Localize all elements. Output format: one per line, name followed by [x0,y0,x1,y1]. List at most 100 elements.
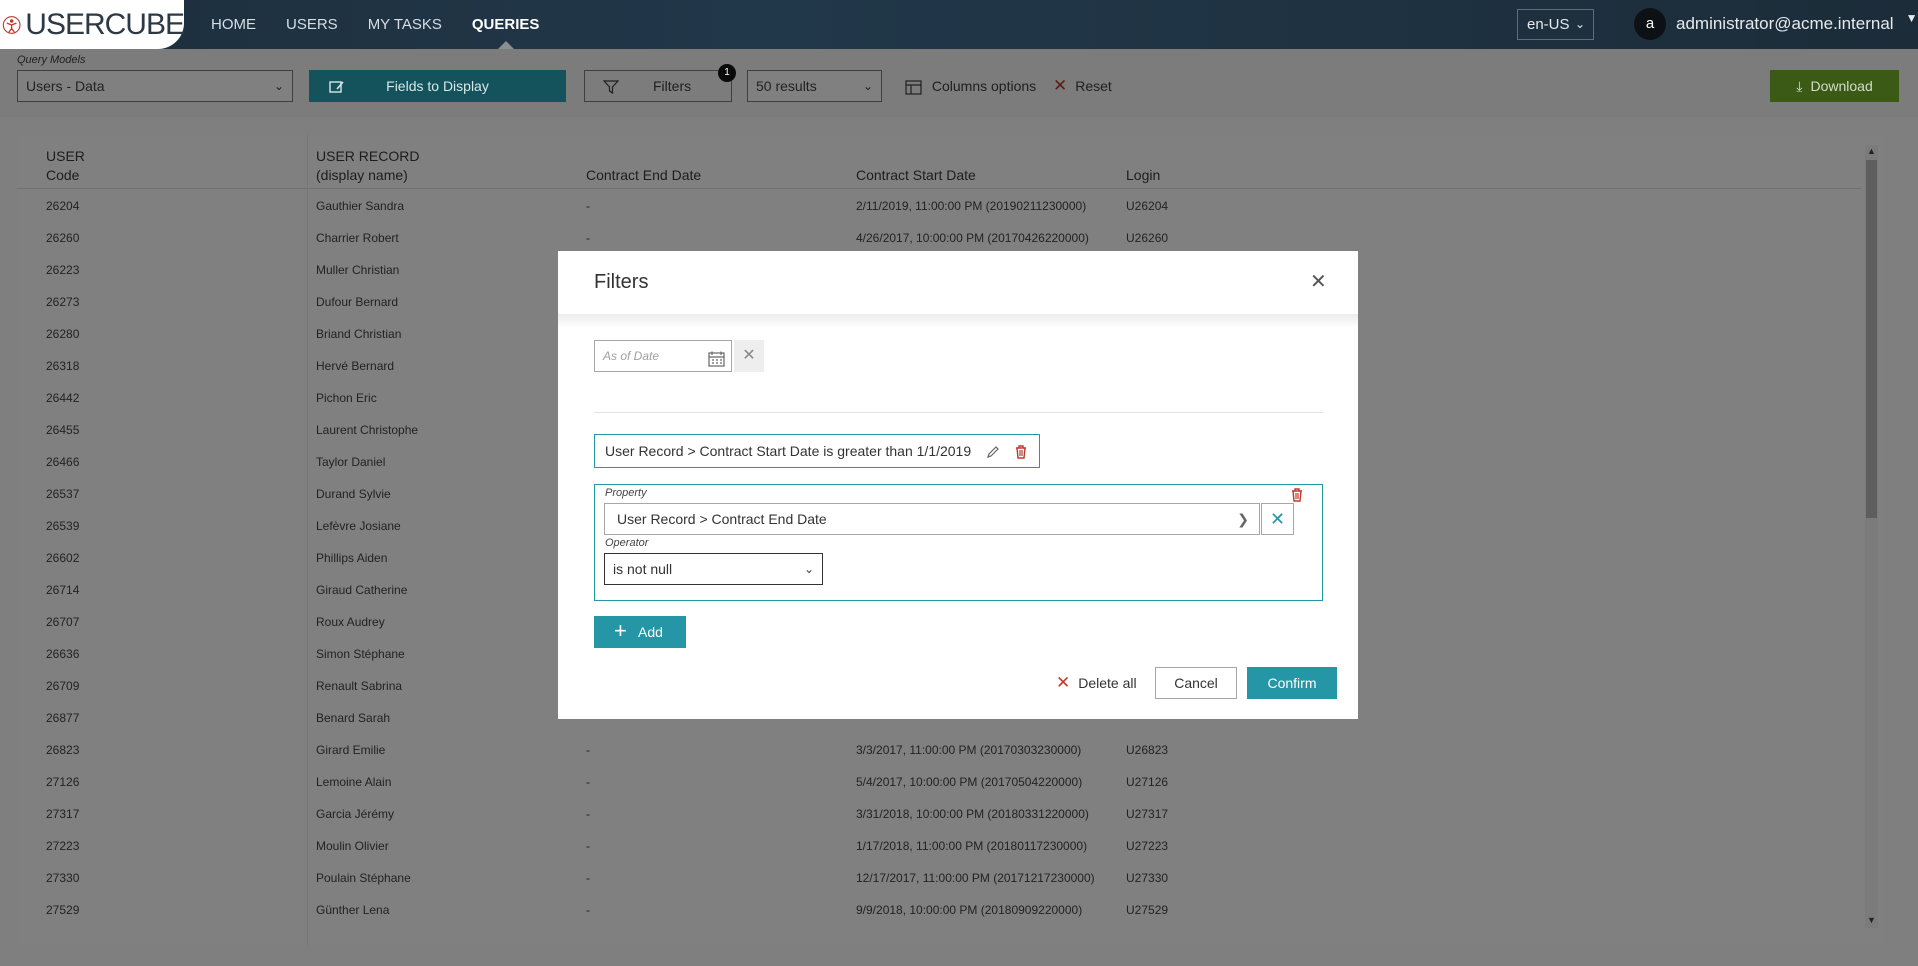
usercube-logo[interactable]: USERCUBE [0,0,185,49]
cancel-button[interactable]: Cancel [1155,667,1237,699]
table-row[interactable]: 26823 Girard Emilie - 3/3/2017, 11:00:00 PM… [17,734,1862,766]
filters-label: Filters [653,78,692,94]
usercube-logo-icon [2,15,21,34]
language-select[interactable]: en-US ⌄ [1517,9,1594,40]
cell-display-name: Lemoine Alain [316,775,392,789]
table-row[interactable]: 27126 Lemoine Alain - 5/4/2017, 10:00:00 PM… [17,766,1862,798]
cell-display-name: Hervé Bernard [316,359,395,373]
trash-icon[interactable] [1015,435,1027,467]
cell-contract-end-date: - [586,839,590,853]
cell-contract-start-date: 1/17/2018, 11:00:00 PM (20180117230000) [856,839,1088,853]
nav-item-my-tasks[interactable]: MY TASKS [353,0,457,49]
cell-contract-start-date: 5/4/2017, 10:00:00 PM (20170504220000) [856,775,1083,789]
cell-user-code: 26318 [46,359,80,373]
scroll-down-arrow-icon[interactable]: ▼ [1865,915,1878,925]
filter-count-badge: 1 [718,64,736,82]
column-header-user-record[interactable]: USER RECORD (display name) [316,147,419,185]
table-row[interactable]: 27317 Garcia Jérémy - 3/31/2018, 10:00:00 P… [17,798,1862,830]
operator-value: is not null [613,561,673,577]
cell-display-name: Durand Sylvie [316,487,391,501]
header-line-2: Code [46,167,80,183]
operator-select[interactable]: is not null ⌄ [604,553,823,585]
cell-user-code: 27529 [46,903,80,917]
nav-item-queries[interactable]: QUERIES [457,0,555,49]
column-header-user-code[interactable]: USER Code [46,147,85,185]
confirm-button[interactable]: Confirm [1247,667,1337,699]
avatar: a [1634,8,1666,40]
header-divider [17,188,1862,189]
property-field[interactable]: User Record > Contract End Date ❯ [604,503,1260,535]
chevron-right-icon[interactable]: ❯ [1237,504,1249,534]
cell-display-name: Taylor Daniel [316,455,386,469]
query-model-select[interactable]: Users - Data ⌄ [17,70,293,102]
nav-item-users[interactable]: USERS [271,0,353,49]
results-per-page-select[interactable]: 50 results ⌄ [747,70,882,102]
cell-user-code: 26537 [46,487,80,501]
cell-contract-start-date: 2/11/2019, 11:00:00 PM (20190211230000) [856,199,1087,213]
cell-display-name: Simon Stéphane [316,647,405,661]
user-menu[interactable]: a administrator@acme.internal ▼ [1634,8,1917,40]
header-line-1: USER [46,148,85,164]
main-nav: HOME USERS MY TASKS QUERIES [196,0,554,49]
clear-date-icon[interactable]: ✕ [734,340,764,372]
cell-display-name: Roux Audrey [316,615,385,629]
cell-user-code: 27330 [46,871,80,885]
cell-login: U26204 [1126,199,1169,213]
reset-button[interactable]: ✕ Reset [1053,70,1112,102]
column-header-contract-end-date[interactable]: Contract End Date [586,147,701,185]
header-line-2: Contract End Date [586,167,702,183]
section-divider [594,412,1323,413]
scrollbar-thumb[interactable] [1866,160,1877,518]
edit-columns-icon [329,70,345,102]
fields-to-display-button[interactable]: Fields to Display [309,70,566,102]
table-row[interactable]: 27223 Moulin Olivier - 1/17/2018, 11:00:00 … [17,830,1862,862]
cell-contract-start-date: 4/26/2017, 10:00:00 PM (20170426220000) [856,231,1089,245]
cell-display-name: Dufour Bernard [316,295,399,309]
delete-all-button[interactable]: ✕ Delete all [1056,667,1137,699]
cell-user-code: 26714 [46,583,80,597]
table-row[interactable]: 26204 Gauthier Sandra - 2/11/2019, 11:00:00… [17,190,1862,222]
scroll-up-arrow-icon[interactable]: ▲ [1865,146,1878,156]
cell-user-code: 26260 [46,231,80,245]
clear-property-icon[interactable]: ✕ [1261,503,1294,535]
cell-display-name: Gauthier Sandra [316,199,405,213]
existing-filter-text: User Record > Contract Start Date is gre… [605,443,972,459]
query-models-label: Query Models [17,54,86,66]
header-line-2: Login [1126,167,1161,183]
header-line-2: (display name) [316,167,408,183]
calendar-icon[interactable] [708,348,725,378]
cell-display-name: Giraud Catherine [316,583,408,597]
as-of-date-input[interactable]: As of Date [594,340,732,372]
cell-display-name: Briand Christian [316,327,402,341]
cell-user-code: 27126 [46,775,80,789]
column-header-contract-start-date[interactable]: Contract Start Date [856,147,976,185]
cell-user-code: 26709 [46,679,80,693]
filters-button[interactable]: Filters [584,70,732,102]
cell-display-name: Charrier Robert [316,231,399,245]
table-row[interactable]: 27529 Günther Lena - 9/9/2018, 10:00:00 PM … [17,894,1862,926]
cell-user-code: 26223 [46,263,80,277]
cell-display-name: Muller Christian [316,263,400,277]
table-row[interactable]: 27330 Poulain Stéphane - 12/17/2017, 11:00:… [17,862,1862,894]
nav-item-home[interactable]: HOME [196,0,271,49]
language-value: en-US [1527,16,1570,33]
columns-options-label: Columns options [931,78,1037,94]
add-filter-button[interactable]: + Add [594,616,686,648]
property-label: Property [605,487,647,499]
cell-user-code: 26823 [46,743,80,757]
table-row[interactable]: 26260 Charrier Robert - 4/26/2017, 10:00:00… [17,222,1862,254]
existing-filter-chip[interactable]: User Record > Contract Start Date is gre… [594,434,1040,468]
cell-contract-end-date: - [586,199,590,213]
close-icon[interactable]: ✕ [1310,271,1327,293]
column-header-login[interactable]: Login [1126,147,1160,185]
pencil-icon[interactable] [986,435,1000,467]
cell-user-code: 27317 [46,807,80,821]
cell-user-code: 26602 [46,551,80,565]
columns-options-button[interactable]: Columns options [905,70,1036,102]
as-of-date-placeholder: As of Date [603,349,660,363]
download-button[interactable]: ⤓ Download [1770,70,1899,102]
property-value: User Record > Contract End Date [617,511,827,527]
cell-contract-end-date: - [586,231,590,245]
fields-to-display-label: Fields to Display [386,78,489,94]
cell-user-code: 26280 [46,327,80,341]
